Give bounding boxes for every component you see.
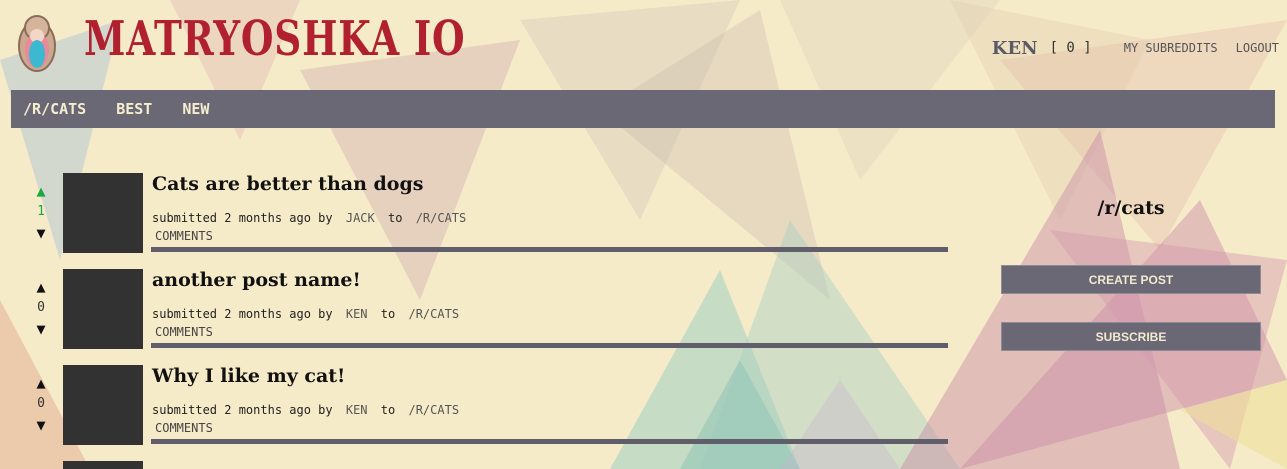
downvote-icon[interactable]: ▼ <box>28 417 54 433</box>
subreddit-link[interactable]: /R/CATS <box>408 307 459 321</box>
post-thumbnail[interactable] <box>63 173 143 253</box>
submitted-text: submitted 2 months ago by <box>152 211 333 225</box>
downvote-icon[interactable]: ▼ <box>28 321 54 337</box>
post-thumbnail[interactable] <box>63 365 143 445</box>
post-divider <box>151 439 948 444</box>
post-item: ▲ 0 ▼ Why I like my cat! submitted 2 mon… <box>0 365 960 455</box>
comments-link[interactable]: COMMENTS <box>155 229 213 243</box>
upvote-icon[interactable]: ▲ <box>28 183 54 199</box>
upvote-icon[interactable]: ▲ <box>28 279 54 295</box>
post-meta: submitted 2 months ago by KEN to /R/CATS <box>152 307 459 321</box>
tab-best[interactable]: BEST <box>116 100 152 118</box>
post-item: ▲ 0 ▼ another post name! submitted 2 mon… <box>0 269 960 359</box>
create-post-button[interactable]: CREATE POST <box>1001 265 1261 294</box>
to-text: to <box>380 307 396 321</box>
submitted-text: submitted 2 months ago by <box>152 403 333 417</box>
username-link[interactable]: KEN <box>992 38 1038 59</box>
post-score: 1 <box>37 204 45 219</box>
upvote-icon[interactable]: ▲ <box>28 375 54 391</box>
post-title[interactable]: Cats are better than dogs <box>152 173 423 195</box>
author-link[interactable]: KEN <box>346 307 368 321</box>
post-thumbnail[interactable] <box>63 269 143 349</box>
vote-box: ▲ 1 ▼ <box>28 183 54 241</box>
subscribe-button[interactable]: SUBSCRIBE <box>1001 322 1261 351</box>
post-score: 0 <box>37 300 45 315</box>
to-text: to <box>388 211 403 225</box>
logout-link[interactable]: LOGOUT <box>1236 41 1279 55</box>
author-link[interactable]: JACK <box>346 211 375 225</box>
author-link[interactable]: KEN <box>346 403 368 417</box>
post-title[interactable]: another post name! <box>152 269 361 291</box>
subreddit-title: /r/cats <box>1097 197 1165 219</box>
post-meta: submitted 2 months ago by JACK to /R/CAT… <box>152 211 466 225</box>
matryoshka-logo-icon[interactable] <box>17 12 57 72</box>
comments-link[interactable]: COMMENTS <box>155 325 213 339</box>
downvote-icon[interactable]: ▼ <box>28 225 54 241</box>
comments-link[interactable]: COMMENTS <box>155 421 213 435</box>
subreddit-link[interactable]: /R/CATS <box>416 211 467 225</box>
tab-new[interactable]: NEW <box>182 100 209 118</box>
post-divider <box>151 343 948 348</box>
tab-bar: /R/CATS BEST NEW <box>11 90 1275 128</box>
vote-box: ▲ 0 ▼ <box>28 375 54 433</box>
submitted-text: submitted 2 months ago by <box>152 307 333 321</box>
subreddit-link[interactable]: /R/CATS <box>408 403 459 417</box>
post-meta: submitted 2 months ago by KEN to /R/CATS <box>152 403 459 417</box>
post-item: ▲ 1 ▼ Cats are better than dogs submitte… <box>0 173 960 263</box>
post-title[interactable]: Why I like my cat! <box>152 365 345 387</box>
vote-box: ▲ 0 ▼ <box>28 279 54 337</box>
to-text: to <box>380 403 396 417</box>
karma-count: [ 0 ] <box>1049 40 1092 56</box>
post-score: 0 <box>37 396 45 411</box>
top-nav: KEN [ 0 ] MY SUBREDDITS LOGOUT <box>992 36 1279 60</box>
post-thumbnail[interactable] <box>63 461 143 469</box>
tab-subreddit[interactable]: /R/CATS <box>23 100 86 118</box>
post-divider <box>151 247 948 252</box>
logo-wordmark[interactable]: MATRYOSHKA IO <box>84 8 465 70</box>
my-subreddits-link[interactable]: MY SUBREDDITS <box>1124 41 1218 55</box>
